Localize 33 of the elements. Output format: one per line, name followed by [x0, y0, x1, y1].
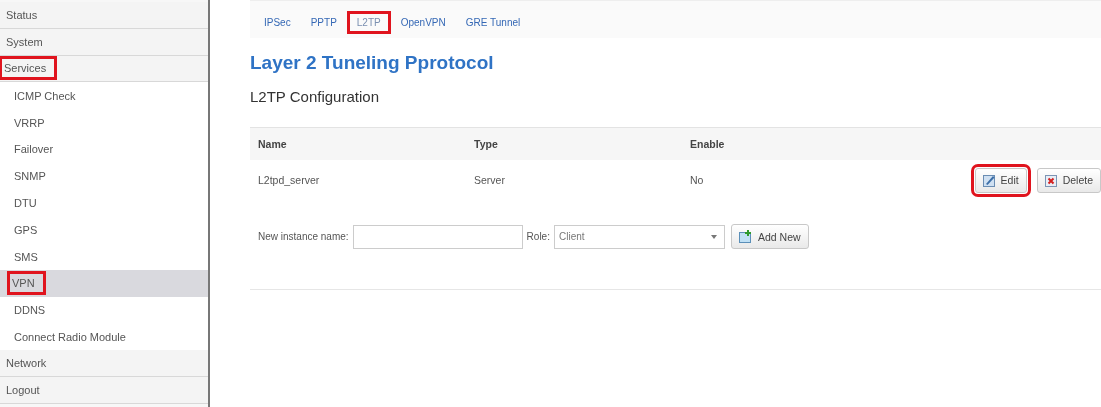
tab[interactable]: OpenVPN — [392, 13, 454, 32]
table-cell-text: L2tpd_server — [257, 174, 321, 186]
add-new-button[interactable]: Add New — [730, 224, 809, 249]
column-header: Type — [473, 138, 499, 150]
sidebar-item[interactable]: Connect Radio Module — [0, 323, 208, 351]
add-icon — [738, 230, 753, 243]
tab[interactable]: GRE Tunnel — [457, 13, 529, 32]
sidebar-item[interactable]: VPN — [0, 269, 208, 297]
sidebar-item[interactable]: DDNS — [0, 296, 208, 324]
sidebar-item[interactable]: Services — [0, 55, 208, 83]
sidebar-item[interactable]: DTU — [0, 189, 208, 217]
edit-icon — [982, 173, 996, 187]
sidebar-item[interactable]: VRRP — [0, 109, 208, 136]
table-cell-text: No — [689, 174, 705, 186]
sidebar-item[interactable]: GPS — [0, 216, 208, 244]
sidebar-item[interactable]: SNMP — [0, 162, 208, 190]
role-select[interactable]: Client — [553, 224, 725, 249]
page-title: Layer 2 Tuneling Pprotocol — [250, 52, 495, 74]
caret-icon — [710, 234, 717, 239]
tab[interactable]: IPSec — [256, 13, 299, 32]
section-title: L2TP Configuration — [250, 88, 380, 105]
field-label: Role: — [526, 231, 550, 242]
instance-name-field[interactable] — [352, 224, 523, 249]
sidebar-item[interactable]: ICMP Check — [0, 82, 208, 110]
table-cell-text: Server — [473, 174, 506, 186]
delete-button[interactable]: Delete — [1036, 167, 1101, 193]
delete-icon — [1044, 173, 1058, 187]
column-header: Enable — [689, 138, 726, 150]
field-label: New instance name: — [258, 231, 349, 242]
column-header: Name — [257, 138, 288, 150]
tab[interactable]: PPTP — [302, 13, 345, 32]
sidebar-item[interactable]: SMS — [0, 243, 208, 270]
sidebar-item[interactable]: Failover — [0, 136, 208, 163]
